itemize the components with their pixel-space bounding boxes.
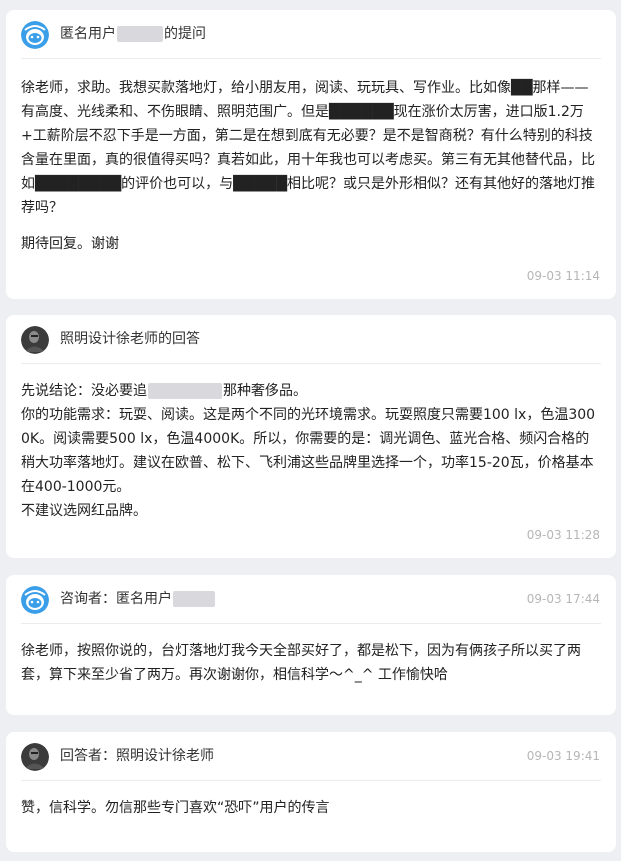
followup-answer-title: 回答者：照明设计徐老师 <box>60 748 214 764</box>
question-header: 匿名用户 的提问 <box>6 10 616 58</box>
answer-header: 照明设计徐老师的回答 <box>6 315 616 363</box>
answer-title: 照明设计徐老师的回答 <box>60 331 200 347</box>
answer-paragraph: 你的功能需求：玩耍、阅读。这是两个不同的光环境需求。玩耍照度只需要100 lx，… <box>21 407 596 495</box>
question-body: 徐老师，求助。我想买款落地灯，给小朋友用，阅读、玩玩具、写作业。比如像██那样—… <box>21 80 595 216</box>
question-card: 匿名用户 的提问 徐老师，求助。我想买款落地灯，给小朋友用，阅读、玩玩具、写作业。… <box>6 10 616 299</box>
answer-timestamp: 09-03 11:28 <box>526 528 600 542</box>
followup-question-card: 咨询者：匿名用户 09-03 17:44 徐老师，按照你说的，台灯落地灯我今天全… <box>6 575 616 715</box>
divider <box>21 623 601 624</box>
answer-last-line: 不建议选网红品牌。 <box>21 503 147 519</box>
question-timestamp: 09-03 11:14 <box>526 269 600 283</box>
followup-answer-header: 回答者：照明设计徐老师 09-03 19:41 <box>6 732 616 780</box>
redacted-username <box>173 591 215 607</box>
anonymous-user-avatar-icon[interactable] <box>21 586 49 614</box>
followup-answer-card: 回答者：照明设计徐老师 09-03 19:41 赞，信科学。勿信那些专门喜欢“恐… <box>6 732 616 852</box>
followup-question-timestamp: 09-03 17:44 <box>526 592 600 606</box>
answer-conclusion: 先说结论：没必要追 那种奢侈品。 <box>21 383 307 399</box>
divider <box>21 363 601 364</box>
followup-question-title: 咨询者：匿名用户 <box>60 575 216 623</box>
teacher-avatar-icon[interactable] <box>21 743 49 771</box>
followup-question-body: 徐老师，按照你说的，台灯落地灯我今天全部买好了，都是松下，因为有俩孩子所以买了两… <box>21 643 581 683</box>
anonymous-user-avatar-icon[interactable] <box>21 21 49 49</box>
divider <box>21 58 601 59</box>
redacted-username <box>117 26 163 42</box>
followup-answer-timestamp: 09-03 19:41 <box>526 749 600 763</box>
divider <box>21 780 601 781</box>
question-title: 匿名用户 的提问 <box>60 26 206 42</box>
question-closing: 期待回复。谢谢 <box>21 236 119 252</box>
redacted-brand <box>148 383 222 399</box>
teacher-avatar-icon[interactable] <box>21 326 49 354</box>
answer-card: 照明设计徐老师的回答 先说结论：没必要追 那种奢侈品。 你的功能需求：玩耍、阅读。… <box>6 315 616 558</box>
followup-answer-body: 赞，信科学。勿信那些专门喜欢“恐吓”用户的传言 <box>21 800 330 816</box>
followup-question-header: 咨询者：匿名用户 09-03 17:44 <box>6 575 616 623</box>
answer-body: 先说结论：没必要追 那种奢侈品。 你的功能需求：玩耍、阅读。这是两个不同的光环境需… <box>21 379 601 523</box>
